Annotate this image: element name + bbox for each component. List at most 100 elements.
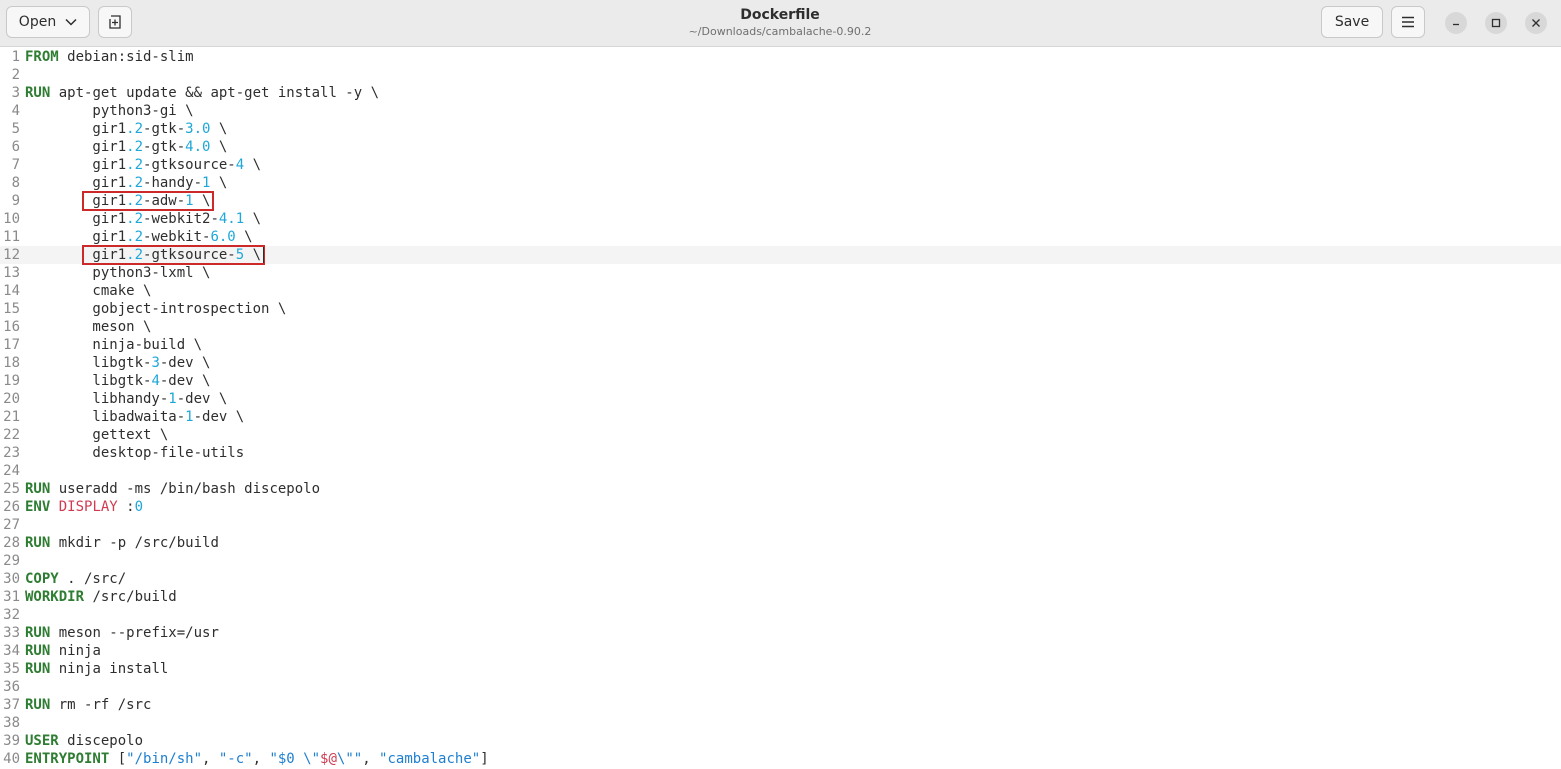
- escape-token: $@: [320, 751, 337, 767]
- main-menu-button[interactable]: [1391, 6, 1425, 38]
- code-line[interactable]: 34 RUN ninja: [0, 642, 1561, 660]
- line-number: 3: [11, 85, 20, 101]
- line-number: 9: [11, 193, 20, 209]
- code-line[interactable]: 24: [0, 462, 1561, 480]
- code-line[interactable]: 21 libadwaita-1-dev \: [0, 408, 1561, 426]
- code-line[interactable]: 29: [0, 552, 1561, 570]
- code-text: RUN meson --prefix=/usr: [25, 624, 219, 642]
- keyword-token: RUN: [25, 481, 51, 497]
- code-line[interactable]: 13 python3-lxml \: [0, 264, 1561, 282]
- string-token: "cambalache": [379, 751, 481, 767]
- code-line[interactable]: 26 ENV DISPLAY :0: [0, 498, 1561, 516]
- line-number: 2: [11, 67, 20, 83]
- code-line[interactable]: 10 gir1.2-webkit2-4.1 \: [0, 210, 1561, 228]
- minimize-button[interactable]: [1445, 12, 1467, 34]
- text-token: python3-gi \: [25, 103, 194, 119]
- code-line[interactable]: 19 libgtk-4-dev \: [0, 372, 1561, 390]
- code-text: gir1.2-webkit-6.0 \: [25, 228, 252, 246]
- chevron-down-icon: [65, 18, 77, 26]
- line-number: 28: [3, 535, 20, 551]
- code-line[interactable]: 11 gir1.2-webkit-6.0 \: [0, 228, 1561, 246]
- code-line[interactable]: 35 RUN ninja install: [0, 660, 1561, 678]
- line-number: 18: [3, 355, 20, 371]
- line-number: 23: [3, 445, 20, 461]
- number-token: 4.0: [185, 139, 211, 155]
- code-editor[interactable]: 1 FROM debian:sid-slim 2 3 RUN apt-get updat…: [0, 47, 1561, 769]
- line-number: 6: [11, 139, 20, 155]
- code-line[interactable]: 15 gobject-introspection \: [0, 300, 1561, 318]
- code-line[interactable]: 25 RUN useradd -ms /bin/bash discepolo: [0, 480, 1561, 498]
- text-token: cmake \: [25, 283, 152, 299]
- number-token: 3.0: [185, 121, 211, 137]
- close-button[interactable]: [1525, 12, 1547, 34]
- text-token: -dev \: [159, 355, 211, 371]
- text-token: ,: [202, 751, 219, 767]
- code-line[interactable]: 40 ENTRYPOINT ["/bin/sh", "-c", "$0 \"$@\…: [0, 750, 1561, 768]
- text-token: rm -rf /src: [50, 697, 152, 713]
- keyword-token: RUN: [25, 625, 51, 641]
- code-line[interactable]: 1 FROM debian:sid-slim: [0, 48, 1561, 66]
- hamburger-menu-icon: [1402, 16, 1414, 28]
- keyword-token: RUN: [25, 697, 51, 713]
- code-line[interactable]: 8 gir1.2-handy-1 \: [0, 174, 1561, 192]
- code-line[interactable]: 18 libgtk-3-dev \: [0, 354, 1561, 372]
- code-text: libadwaita-1-dev \: [25, 408, 244, 426]
- line-number: 19: [3, 373, 20, 389]
- code-line[interactable]: 27: [0, 516, 1561, 534]
- code-line[interactable]: 32: [0, 606, 1561, 624]
- code-line[interactable]: 33 RUN meson --prefix=/usr: [0, 624, 1561, 642]
- code-line[interactable]: 2: [0, 66, 1561, 84]
- number-token: 3: [151, 355, 160, 371]
- number-token: 4: [151, 373, 160, 389]
- keyword-token: USER: [25, 733, 59, 749]
- code-text: gobject-introspection \: [25, 300, 286, 318]
- text-token: meson \: [25, 319, 152, 335]
- string-token: "/bin/sh": [126, 751, 203, 767]
- save-button[interactable]: Save: [1321, 6, 1383, 38]
- code-text: libgtk-4-dev \: [25, 372, 210, 390]
- code-line[interactable]: 39 USER discepolo: [0, 732, 1561, 750]
- code-line[interactable]: 37 RUN rm -rf /src: [0, 696, 1561, 714]
- number-token: 4.1: [218, 211, 245, 227]
- code-line[interactable]: 17 ninja-build \: [0, 336, 1561, 354]
- code-line[interactable]: 14 cmake \: [0, 282, 1561, 300]
- line-number: 40: [3, 751, 20, 767]
- code-line[interactable]: 5 gir1.2-gtk-3.0 \: [0, 120, 1561, 138]
- code-line[interactable]: 6 gir1.2-gtk-4.0 \: [0, 138, 1561, 156]
- code-line[interactable]: 7 gir1.2-gtksource-4 \: [0, 156, 1561, 174]
- variable-token: DISPLAY: [58, 499, 118, 515]
- line-number: 4: [11, 103, 20, 119]
- text-token: gobject-introspection \: [25, 301, 287, 317]
- code-line[interactable]: 38: [0, 714, 1561, 732]
- number-token: .2: [126, 139, 144, 155]
- code-line[interactable]: 4 python3-gi \: [0, 102, 1561, 120]
- code-line[interactable]: 9 gir1.2-adw-1 \: [0, 192, 1561, 210]
- text-token: libadwaita-: [25, 409, 186, 425]
- code-line[interactable]: 36: [0, 678, 1561, 696]
- text-token: discepolo: [58, 733, 144, 749]
- code-line[interactable]: 22 gettext \: [0, 426, 1561, 444]
- line-number: 37: [3, 697, 20, 713]
- code-line[interactable]: 31 WORKDIR /src/build: [0, 588, 1561, 606]
- code-line[interactable]: 3 RUN apt-get update && apt-get install -…: [0, 84, 1561, 102]
- code-line[interactable]: 20 libhandy-1-dev \: [0, 390, 1561, 408]
- number-token: .2: [126, 229, 144, 245]
- new-tab-icon: [109, 15, 121, 29]
- text-token: gir1: [25, 229, 127, 245]
- code-text: python3-gi \: [25, 102, 194, 120]
- new-tab-button[interactable]: [98, 6, 132, 38]
- open-button[interactable]: Open: [6, 6, 90, 38]
- line-number: 24: [3, 463, 20, 479]
- code-line[interactable]: 30 COPY . /src/: [0, 570, 1561, 588]
- code-line[interactable]: 16 meson \: [0, 318, 1561, 336]
- code-line[interactable]: 23 desktop-file-utils: [0, 444, 1561, 462]
- text-token: -handy-: [143, 175, 203, 191]
- string-token: "$0 \": [269, 751, 321, 767]
- line-number: 11: [3, 229, 20, 245]
- maximize-button[interactable]: [1485, 12, 1507, 34]
- text-token: gir1: [25, 211, 127, 227]
- text-token: . /src/: [58, 571, 127, 587]
- text-token: ]: [480, 751, 489, 767]
- code-line[interactable]: 28 RUN mkdir -p /src/build: [0, 534, 1561, 552]
